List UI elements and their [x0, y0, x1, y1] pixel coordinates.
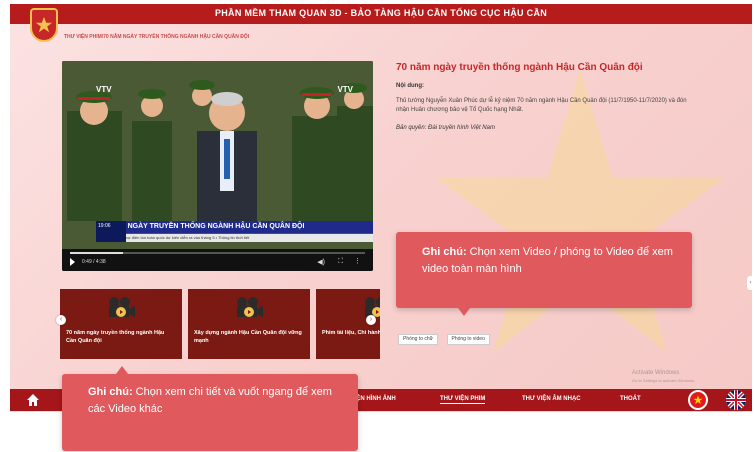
- logo: [30, 8, 58, 42]
- app-title: PHẦN MỀM THAM QUAN 3D - BẢO TÀNG HẬU CẦN…: [214, 8, 548, 18]
- thumbnail-label: Phim tài liệu, Chi hành khúc ca: [322, 330, 380, 336]
- video-frame[interactable]: VTV VTV 70 NĂM NGÀY TRUYỀN THỐNG NGÀNH H…: [62, 61, 373, 249]
- video-controls: 0:49 / 4:38 ◀) ⛶ ⋮: [62, 249, 373, 271]
- title-bar: PHẦN MỀM THAM QUAN 3D - BẢO TÀNG HẬU CẦN…: [10, 4, 752, 24]
- film-camera-icon: [109, 297, 135, 317]
- video-title: 70 năm ngày truyền thống ngành Hậu Cần Q…: [396, 62, 643, 73]
- video-details: 70 năm ngày truyền thống ngành Hậu Cần Q…: [396, 62, 736, 131]
- thumbnail-label: 70 năm ngày truyền thống ngành Hậu Cần Q…: [66, 330, 165, 344]
- callout-swipe: Ghi chú: Chọn xem chi tiết và vuốt ngang…: [62, 366, 358, 451]
- copyright: Bản quyền: Đài truyền hình Việt Nam: [396, 125, 495, 131]
- video-thumbnail[interactable]: 70 năm ngày truyền thống ngành Hậu Cần Q…: [60, 289, 182, 359]
- nav-item-film-library[interactable]: THƯ VIỆN PHIM: [440, 396, 486, 404]
- channel-badge-right: VTV: [337, 85, 353, 94]
- video-caption: 70 NĂM NGÀY TRUYỀN THỐNG NGÀNH HẬU CẦN Q…: [96, 221, 373, 233]
- vietnam-flag-icon[interactable]: [688, 390, 708, 410]
- callout-tail: [458, 308, 470, 316]
- content-label: Nội dung:: [396, 83, 424, 89]
- video-player[interactable]: VTV VTV 70 NĂM NGÀY TRUYỀN THỐNG NGÀNH H…: [62, 61, 373, 271]
- video-progress-bar[interactable]: [70, 252, 365, 254]
- callout-video-zoom: Ghi chú: Chọn xem Video / phóng to Video…: [396, 232, 692, 316]
- app-window: PHẦN MỀM THAM QUAN 3D - BẢO TÀNG HẬU CẦN…: [10, 4, 752, 412]
- home-icon[interactable]: [26, 393, 40, 407]
- side-panel-handle[interactable]: ‹: [747, 276, 754, 290]
- channel-badge: VTV: [96, 85, 112, 94]
- nav-item-music-library[interactable]: THƯ VIỆN ÂM NHẠC: [522, 396, 581, 402]
- chevron-right-icon[interactable]: ›: [366, 315, 376, 325]
- flag-star-icon: [693, 395, 703, 404]
- uk-flag-icon[interactable]: [726, 390, 746, 410]
- star-emblem-icon: [35, 16, 53, 33]
- video-thumbnail[interactable]: Xây dựng ngành Hậu Cần Quân đội vững mạn…: [188, 289, 310, 359]
- video-clock: 19:06: [96, 221, 126, 242]
- progress-fill: [70, 252, 124, 254]
- callout-tail: [116, 366, 128, 374]
- callout-prefix: Ghi chú:: [422, 246, 467, 258]
- zoom-video-button[interactable]: Phóng to video: [446, 334, 490, 345]
- breadcrumb[interactable]: THƯ VIỆN PHIM/70 NĂM NGÀY TRUYỀN THỐNG N…: [64, 34, 249, 40]
- nav-item-exit[interactable]: THOÁT: [620, 396, 641, 402]
- video-time: 0:49 / 4:38: [82, 259, 106, 265]
- callout-prefix: Ghi chú:: [88, 386, 133, 398]
- volume-icon[interactable]: ◀): [317, 258, 325, 266]
- zoom-text-button[interactable]: Phóng to chữ: [398, 334, 439, 345]
- fullscreen-icon[interactable]: ⛶: [338, 258, 343, 266]
- uk-flag-graphic: [726, 390, 746, 410]
- watermark-line1: Activate Windows: [632, 370, 680, 376]
- watermark-line2: Go to Settings to activate Windows.: [632, 378, 696, 383]
- thumbnail-label: Xây dựng ngành Hậu Cần Quân đội vững mạn…: [194, 330, 302, 344]
- video-ticker: Hoa tiêu nhân cự điên tòn toàn quốc dự k…: [96, 234, 373, 242]
- windows-activation-watermark: Activate Windows Go to Settings to activ…: [632, 370, 695, 384]
- film-camera-icon: [237, 297, 263, 317]
- more-icon[interactable]: ⋮: [354, 257, 361, 265]
- content-text: Thủ tướng Nguyễn Xuân Phúc dự lễ kỷ niệm…: [396, 98, 687, 113]
- view-options: Phóng to chữ Phóng to video: [398, 327, 494, 345]
- chevron-left-icon[interactable]: ‹: [56, 315, 66, 325]
- video-carousel[interactable]: 70 năm ngày truyền thống ngành Hậu Cần Q…: [60, 289, 380, 359]
- play-icon[interactable]: [70, 258, 75, 266]
